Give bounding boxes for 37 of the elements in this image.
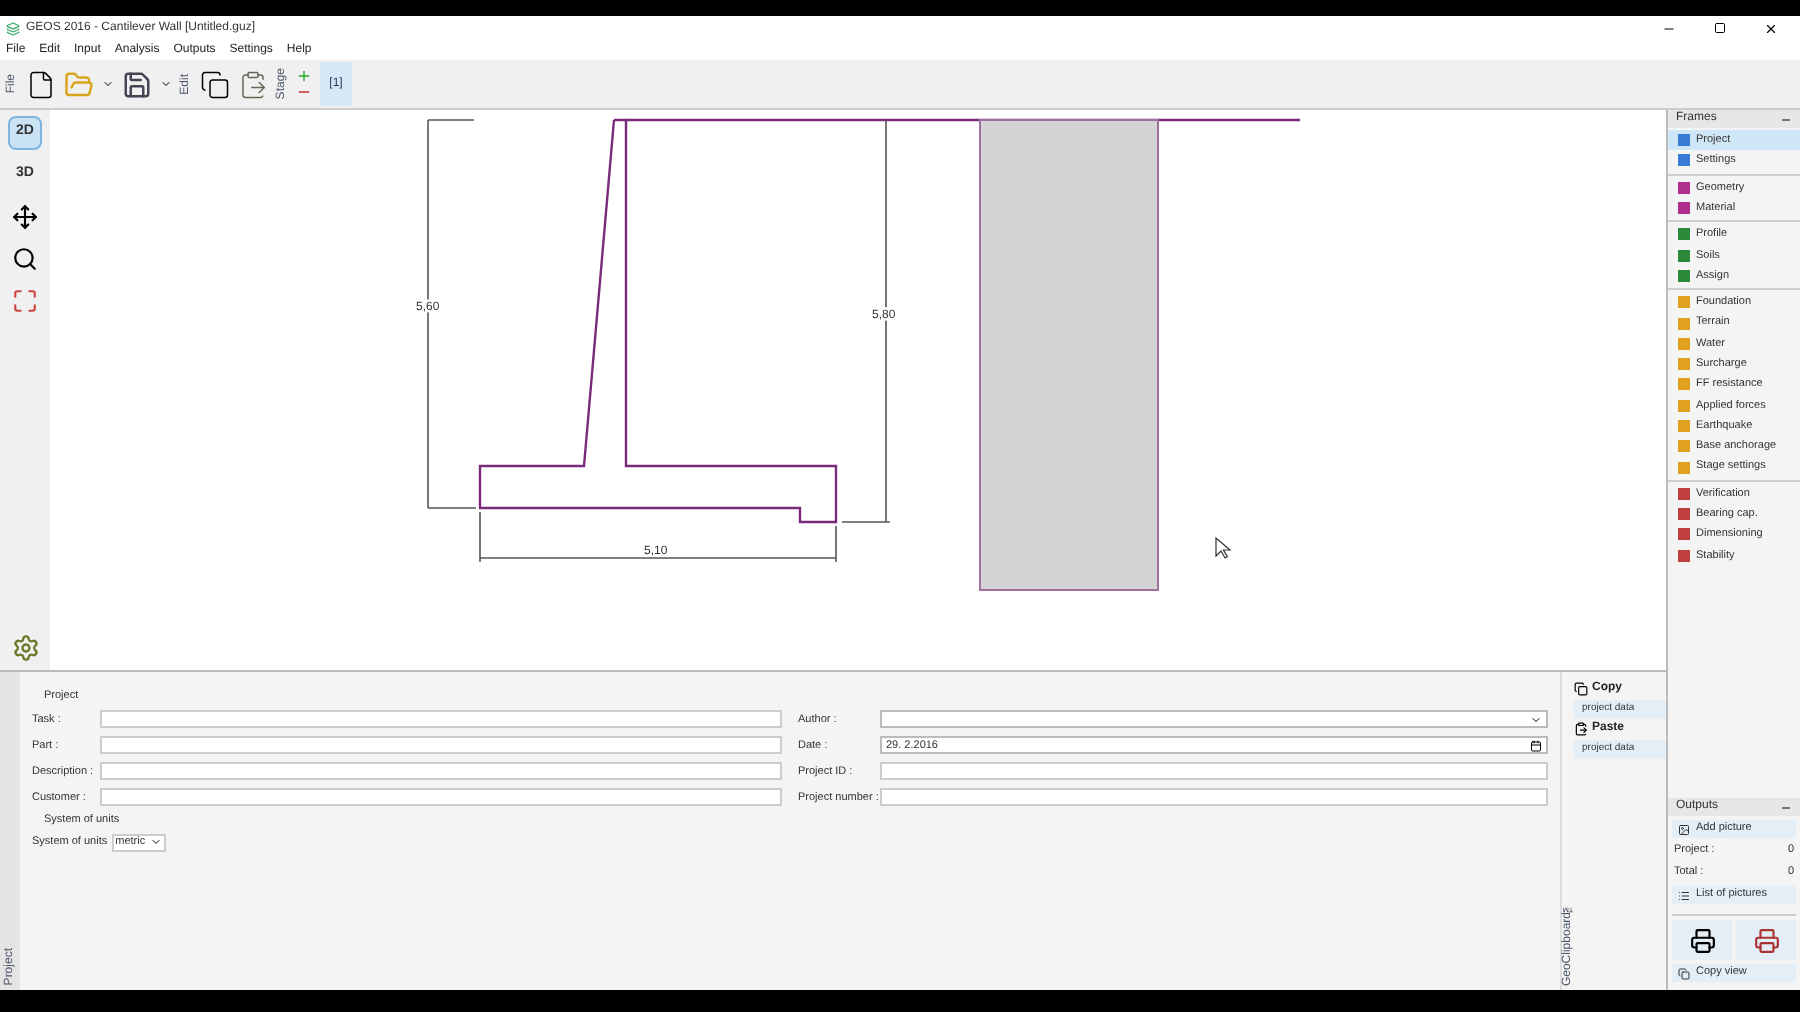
cursor-icon [1215, 536, 1232, 559]
collapse-icon [1780, 113, 1792, 125]
chevron-down-icon [1530, 713, 1542, 726]
input-field[interactable] [880, 762, 1548, 781]
move-view-button[interactable] [8, 200, 42, 234]
printer-icon [1753, 927, 1779, 953]
app-icon [6, 21, 20, 35]
settings-icon[interactable] [11, 634, 39, 662]
collapse-icon [1780, 801, 1792, 813]
caret-icon [102, 78, 114, 90]
caret-icon [160, 78, 172, 90]
input-field[interactable] [100, 788, 782, 807]
close-button[interactable] [1764, 21, 1778, 35]
picture-icon [1678, 823, 1690, 835]
copy-icon [1574, 682, 1588, 696]
save-icon[interactable] [122, 69, 152, 99]
zoom-view-button[interactable] [8, 242, 42, 276]
print-button[interactable] [1672, 920, 1732, 960]
input-field[interactable] [100, 710, 782, 729]
new-file-icon[interactable] [26, 69, 56, 99]
input-field[interactable] [100, 762, 782, 781]
fit-view-button[interactable] [8, 284, 42, 318]
printer-icon [1689, 927, 1715, 953]
input-field[interactable] [100, 736, 782, 755]
list-icon [1678, 889, 1690, 901]
input-field[interactable] [880, 788, 1548, 807]
maximize-button[interactable] [1714, 22, 1726, 34]
chevron-down-icon [149, 836, 162, 848]
move-icon [12, 204, 38, 230]
fit-view-icon [12, 288, 38, 314]
copy-icon[interactable] [200, 69, 230, 99]
calendar-icon [1530, 739, 1542, 752]
search-icon [12, 246, 38, 272]
add-stage-icon[interactable] [296, 68, 312, 84]
paste-icon [1574, 722, 1588, 736]
paste-icon[interactable] [238, 69, 268, 99]
copy-icon [1678, 967, 1690, 979]
